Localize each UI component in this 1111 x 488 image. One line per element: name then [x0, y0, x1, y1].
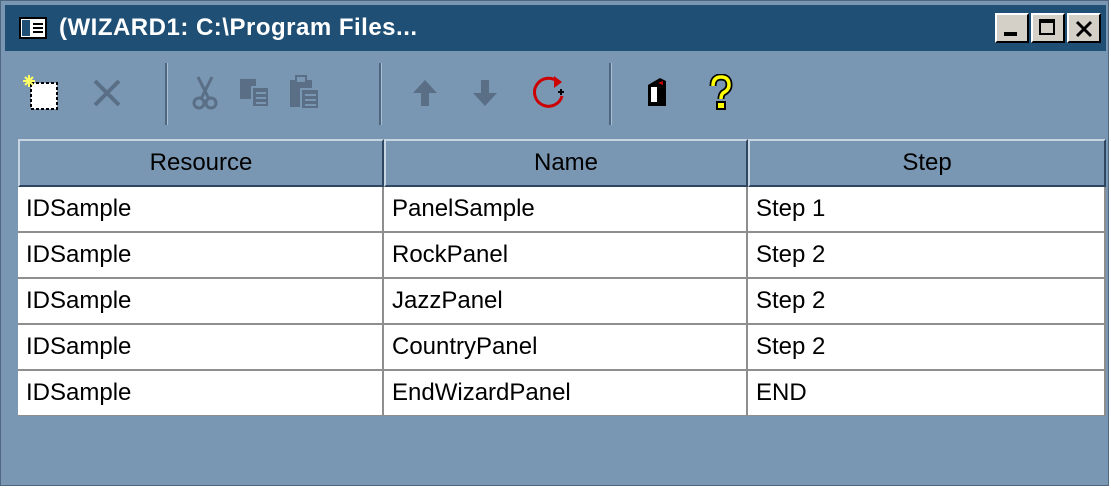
wizard-steps-table: Resource Name Step IDSample PanelSample …	[18, 139, 1106, 417]
close-icon	[1075, 20, 1093, 38]
cell-name: JazzPanel	[384, 279, 748, 325]
paste-button[interactable]	[283, 71, 327, 115]
new-icon	[23, 75, 58, 110]
toolbar-separator	[165, 63, 168, 125]
maximize-button[interactable]	[1031, 13, 1065, 43]
delete-icon	[93, 79, 121, 107]
cell-name: RockPanel	[384, 233, 748, 279]
copy-icon	[240, 79, 270, 108]
cell-name: PanelSample	[384, 187, 748, 233]
preview-icon	[648, 78, 666, 106]
refresh-button[interactable]	[527, 71, 571, 115]
cell-name: EndWizardPanel	[384, 371, 748, 417]
table-header: Resource Name Step	[18, 139, 1106, 187]
move-down-icon	[473, 80, 497, 106]
toolbar	[5, 55, 1106, 131]
refresh-icon	[533, 76, 564, 108]
help-button[interactable]	[699, 71, 743, 115]
preview-button[interactable]	[635, 71, 679, 115]
title-bar[interactable]: (WIZARD1: C:\Program Files...	[5, 5, 1106, 51]
move-up-icon	[413, 80, 437, 106]
toolbar-separator	[609, 63, 612, 125]
table-row[interactable]: IDSample JazzPanel Step 2	[18, 279, 1106, 325]
new-button[interactable]	[21, 71, 65, 115]
minimize-button[interactable]	[995, 13, 1029, 43]
window-app-icon[interactable]	[19, 17, 47, 39]
cut-button[interactable]	[183, 71, 227, 115]
table-row[interactable]: IDSample CountryPanel Step 2	[18, 325, 1106, 371]
table-row[interactable]: IDSample EndWizardPanel END	[18, 371, 1106, 417]
window-title: (WIZARD1: C:\Program Files...	[59, 14, 418, 41]
cell-resource: IDSample	[18, 325, 384, 371]
table-row[interactable]: IDSample RockPanel Step 2	[18, 233, 1106, 279]
toolbar-separator	[379, 63, 382, 125]
cell-resource: IDSample	[18, 279, 384, 325]
cell-step: END	[748, 371, 1106, 417]
copy-button[interactable]	[233, 71, 277, 115]
cell-resource: IDSample	[18, 187, 384, 233]
delete-button[interactable]	[85, 71, 129, 115]
cut-icon	[192, 76, 218, 110]
move-up-button[interactable]	[403, 71, 447, 115]
cell-resource: IDSample	[18, 371, 384, 417]
cell-step: Step 1	[748, 187, 1106, 233]
cell-name: CountryPanel	[384, 325, 748, 371]
close-button[interactable]	[1067, 13, 1101, 43]
cell-step: Step 2	[748, 279, 1106, 325]
column-header-resource[interactable]: Resource	[18, 139, 384, 187]
table-empty-area[interactable]	[18, 416, 1106, 483]
cell-resource: IDSample	[18, 233, 384, 279]
wizard-window: (WIZARD1: C:\Program Files... Resource N…	[0, 0, 1109, 486]
table-row[interactable]: IDSample PanelSample Step 1	[18, 187, 1106, 233]
move-down-button[interactable]	[463, 71, 507, 115]
column-header-step[interactable]: Step	[748, 139, 1106, 187]
cell-step: Step 2	[748, 233, 1106, 279]
help-icon	[709, 74, 733, 110]
column-header-name[interactable]: Name	[384, 139, 748, 187]
cell-step: Step 2	[748, 325, 1106, 371]
paste-icon	[290, 75, 320, 110]
